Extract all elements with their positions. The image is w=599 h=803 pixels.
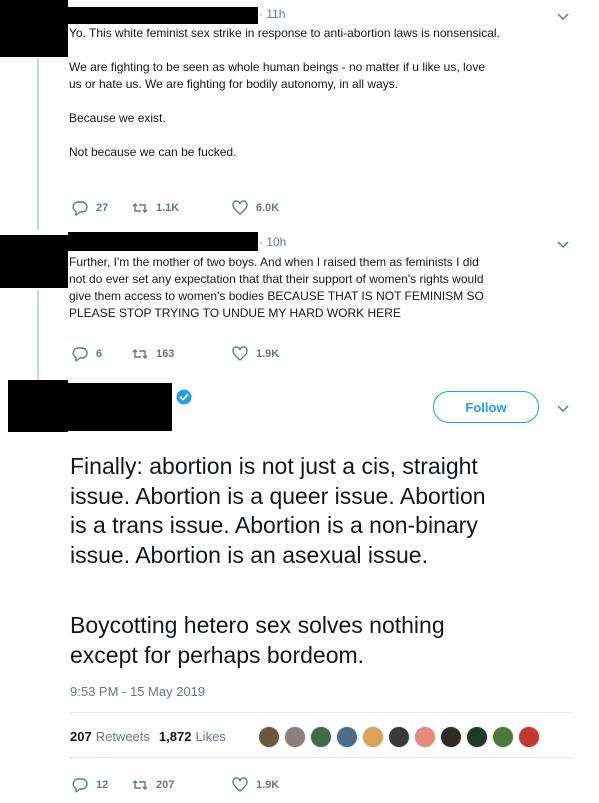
like-count: 1.9K: [256, 779, 280, 791]
tweet-line: give them access to women's bodies BECAU…: [69, 289, 484, 303]
chevron-down-icon[interactable]: [555, 8, 571, 24]
divider: [70, 712, 572, 713]
heart-icon: [232, 200, 248, 215]
chevron-down-icon[interactable]: [555, 236, 571, 252]
liker-avatar[interactable]: [440, 726, 462, 748]
tweet-actions: 12 207 1.9K: [72, 777, 279, 793]
heart-icon: [232, 777, 248, 792]
main-tweet-text: Finally: abortion is not just a cis, str…: [70, 452, 580, 570]
like-button[interactable]: 6.0K: [232, 200, 279, 216]
tweet-paragraph: us or hate us. We are fighting for bodil…: [69, 77, 399, 91]
reply-count: 27: [96, 202, 109, 214]
liker-avatar[interactable]: [258, 726, 280, 748]
tweet-line: issue. Abortion is an asexual issue.: [70, 541, 428, 568]
retweet-icon: [132, 203, 148, 213]
liker-avatar[interactable]: [336, 726, 358, 748]
tweet-text: Further, I'm the mother of two boys. And…: [69, 254, 574, 322]
verified-badge-icon: [176, 389, 192, 405]
thread-connector-line: [37, 58, 39, 230]
like-button[interactable]: 1.9K: [232, 777, 279, 793]
liker-avatars: [258, 726, 544, 748]
likes-stat[interactable]: 1,872 Likes: [159, 729, 226, 744]
liker-avatar[interactable]: [362, 726, 384, 748]
liker-avatar[interactable]: [492, 726, 514, 748]
retweet-count: 1.1K: [156, 202, 180, 214]
tweet-line: except for perhaps bordeom.: [70, 641, 365, 668]
retweet-button[interactable]: 163: [132, 346, 232, 362]
tweet-time[interactable]: · 10h: [259, 235, 286, 249]
retweet-button[interactable]: 1.1K: [132, 200, 232, 216]
retweets-stat[interactable]: 207 Retweets: [70, 729, 150, 744]
retweet-icon: [132, 349, 148, 359]
reply-count: 12: [96, 779, 109, 791]
follow-button[interactable]: Follow: [433, 391, 539, 423]
reply-button[interactable]: 6: [72, 346, 132, 362]
tweet-line: PLEASE STOP TRYING TO UNDUE MY HARD WORK…: [69, 306, 401, 320]
liker-avatar[interactable]: [466, 726, 488, 748]
tweet-text: Yo. This white feminist sex strike in re…: [69, 25, 569, 161]
reply-icon: [72, 201, 88, 216]
thread-connector-line: [37, 290, 39, 380]
retweet-count: 207: [156, 779, 175, 791]
reply-icon: [72, 347, 88, 362]
tweet-actions: 6 163 1.9K: [72, 346, 279, 362]
tweet-paragraph: We are fighting to be seen as whole huma…: [69, 60, 486, 74]
redacted-avatar: [8, 380, 68, 432]
engagement-stats: 207 Retweets 1,872 Likes: [70, 729, 235, 744]
liker-avatar[interactable]: [284, 726, 306, 748]
divider: [70, 757, 572, 758]
tweet-line: not do ever set any expectation that tha…: [69, 272, 484, 286]
tweet-paragraph: Yo. This white feminist sex strike in re…: [69, 26, 500, 40]
tweet-line: Finally: abortion is not just a cis, str…: [70, 453, 478, 479]
redacted-avatar: [0, 235, 68, 288]
liker-avatar[interactable]: [310, 726, 332, 748]
redacted-username: [68, 7, 258, 24]
retweet-total: 207: [70, 729, 92, 744]
reply-button[interactable]: 12: [72, 777, 132, 793]
main-tweet-text: Boycotting hetero sex solves nothing exc…: [70, 611, 580, 670]
reply-icon: [72, 778, 88, 793]
redacted-username: [60, 383, 172, 431]
tweet-time[interactable]: · 11h: [259, 7, 285, 21]
tweet-timestamp[interactable]: 9:53 PM - 15 May 2019: [70, 684, 205, 699]
liker-avatar[interactable]: [414, 726, 436, 748]
retweet-stat-label: Retweets: [95, 729, 150, 744]
like-count: 1.9K: [256, 348, 280, 360]
like-count: 6.0K: [256, 202, 280, 214]
tweet-line: issue. Abortion is a queer issue. Aborti…: [70, 482, 486, 509]
tweet-line: is a trans issue. Abortion is a non-bina…: [70, 512, 478, 538]
reply-count: 6: [96, 348, 103, 360]
redacted-username: [68, 232, 258, 251]
like-total: 1,872: [158, 729, 192, 744]
liker-avatar[interactable]: [388, 726, 410, 748]
tweet-actions: 27 1.1K 6.0K: [72, 200, 279, 216]
chevron-down-icon[interactable]: [555, 400, 571, 416]
heart-icon: [232, 346, 248, 361]
redacted-avatar: [0, 0, 68, 57]
retweet-icon: [132, 780, 148, 790]
retweet-count: 163: [156, 348, 175, 360]
tweet-paragraph: Not because we can be fucked.: [69, 145, 237, 159]
like-button[interactable]: 1.9K: [232, 346, 279, 362]
reply-button[interactable]: 27: [72, 200, 132, 216]
tweet-line: Boycotting hetero sex solves nothing: [70, 612, 445, 638]
retweet-button[interactable]: 207: [132, 777, 232, 793]
tweet-paragraph: Because we exist.: [69, 111, 166, 125]
liker-avatar[interactable]: [518, 726, 540, 748]
tweet-line: Further, I'm the mother of two boys. And…: [69, 255, 479, 269]
like-stat-label: Likes: [195, 729, 226, 744]
